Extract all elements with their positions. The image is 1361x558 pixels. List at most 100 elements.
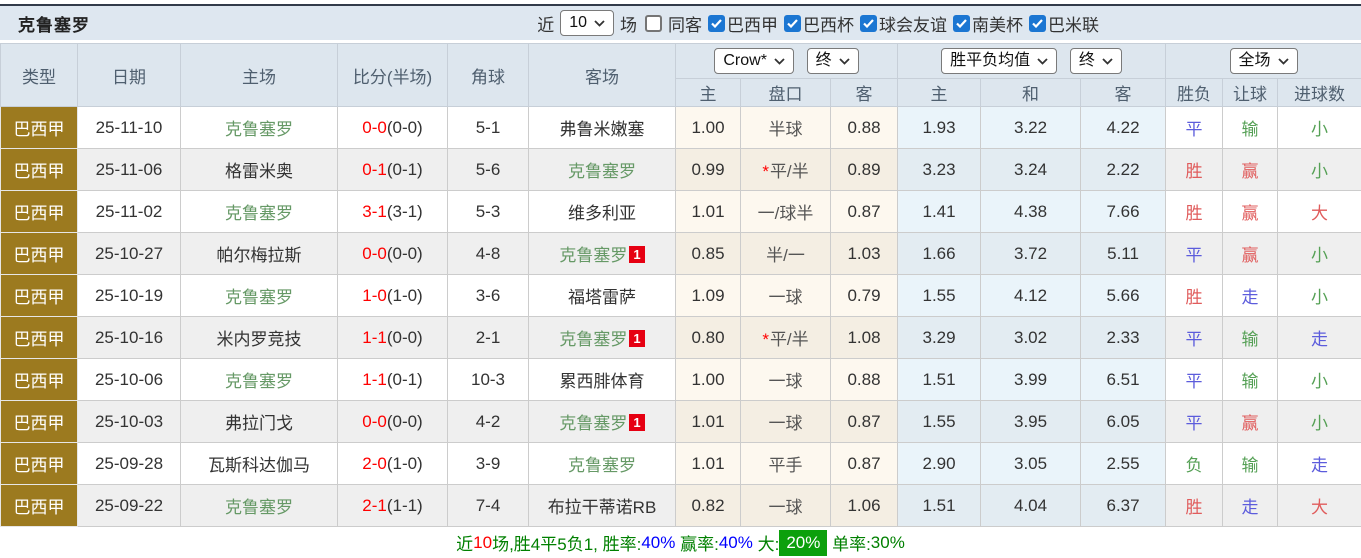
home-team-cell[interactable]: 克鲁塞罗 — [181, 359, 338, 401]
subheader-crow-away: 客 — [831, 79, 898, 107]
away-team-cell[interactable]: 克鲁塞罗1 — [529, 401, 676, 443]
away-team-name[interactable]: 布拉干蒂诺RB — [548, 498, 657, 517]
home-team-cell[interactable]: 格雷米奥 — [181, 149, 338, 191]
mean-time-select[interactable]: 终 — [1070, 48, 1122, 74]
near-count-select[interactable]: 10 — [560, 10, 614, 36]
col-header-home: 主场 — [181, 44, 338, 107]
near-count-value: 10 — [569, 13, 587, 33]
handicap-result-cell: 赢 — [1223, 191, 1278, 233]
away-team-name[interactable]: 克鲁塞罗 — [559, 246, 627, 265]
check-icon — [1032, 19, 1043, 28]
away-team-cell[interactable]: 克鲁塞罗 — [529, 443, 676, 485]
handicap-result-cell: 赢 — [1223, 233, 1278, 275]
score-cell: 0-0(0-0) — [338, 233, 448, 275]
home-team-name[interactable]: 克鲁塞罗 — [225, 120, 293, 139]
home-team-cell[interactable]: 克鲁塞罗 — [181, 485, 338, 527]
away-team-cell[interactable]: 克鲁塞罗1 — [529, 317, 676, 359]
match-row: 巴西甲 25-10-19 克鲁塞罗 1-0(1-0) 3-6 福塔雷萨 1.09… — [1, 275, 1361, 317]
goals-result-cell: 大 — [1278, 191, 1361, 233]
scope-select[interactable]: 全场 — [1230, 48, 1298, 74]
corners-cell: 5-3 — [448, 191, 529, 233]
away-team-cell[interactable]: 维多利亚 — [529, 191, 676, 233]
away-team-name[interactable]: 克鲁塞罗 — [559, 414, 627, 433]
handicap-result-cell: 走 — [1223, 485, 1278, 527]
mean-home-odds-cell: 1.51 — [898, 485, 981, 527]
home-team-name[interactable]: 克鲁塞罗 — [225, 498, 293, 517]
home-team-cell[interactable]: 弗拉门戈 — [181, 401, 338, 443]
home-team-name[interactable]: 克鲁塞罗 — [225, 288, 293, 307]
away-team-cell[interactable]: 克鲁塞罗 — [529, 149, 676, 191]
home-team-name[interactable]: 克鲁塞罗 — [225, 204, 293, 223]
home-team-name[interactable]: 米内罗竞技 — [217, 330, 302, 349]
match-stats-page: 克鲁塞罗 近 10 场 同客 巴西甲巴西杯球会友谊南美杯巴米联 类型 日期 主场 — [0, 0, 1361, 558]
halftime-score: (0-1) — [387, 160, 423, 179]
competition-checkbox[interactable] — [708, 15, 725, 32]
away-team-cell[interactable]: 累西腓体育 — [529, 359, 676, 401]
crow-away-odds-cell: 1.03 — [831, 233, 898, 275]
home-team-cell[interactable]: 瓦斯科达伽马 — [181, 443, 338, 485]
crow-away-odds-cell: 0.88 — [831, 359, 898, 401]
home-team-name[interactable]: 瓦斯科达伽马 — [208, 456, 310, 475]
away-team-name[interactable]: 克鲁塞罗 — [568, 162, 636, 181]
summary-segment: 大: — [753, 530, 779, 555]
home-team-name[interactable]: 格雷米奥 — [225, 162, 293, 181]
handicap-cell: 一球 — [741, 401, 831, 443]
competition-checkbox[interactable] — [1029, 15, 1046, 32]
mean-draw-odds-cell: 3.22 — [981, 107, 1081, 149]
away-team-name[interactable]: 累西腓体育 — [560, 372, 645, 391]
fulltime-score: 1-1 — [362, 370, 387, 389]
home-team-cell[interactable]: 克鲁塞罗 — [181, 191, 338, 233]
halftime-score: (0-0) — [387, 118, 423, 137]
home-team-name[interactable]: 克鲁塞罗 — [225, 372, 293, 391]
chevron-down-icon — [839, 58, 850, 65]
away-team-cell[interactable]: 布拉干蒂诺RB — [529, 485, 676, 527]
crow-home-odds-cell: 1.09 — [676, 275, 741, 317]
home-team-cell[interactable]: 帕尔梅拉斯 — [181, 233, 338, 275]
competition-label: 球会友谊 — [879, 11, 947, 36]
crow-away-odds-cell: 0.87 — [831, 191, 898, 233]
home-team-name[interactable]: 帕尔梅拉斯 — [217, 246, 302, 265]
date-cell: 25-11-06 — [78, 149, 181, 191]
match-row: 巴西甲 25-10-06 克鲁塞罗 1-1(0-1) 10-3 累西腓体育 1.… — [1, 359, 1361, 401]
halftime-score: (1-0) — [387, 286, 423, 305]
home-team-cell[interactable]: 克鲁塞罗 — [181, 107, 338, 149]
competition-checkbox[interactable] — [953, 15, 970, 32]
away-team-name[interactable]: 克鲁塞罗 — [559, 330, 627, 349]
away-team-name[interactable]: 克鲁塞罗 — [568, 456, 636, 475]
fulltime-score: 1-1 — [362, 328, 387, 347]
mean-away-odds-cell: 6.37 — [1081, 485, 1166, 527]
match-row: 巴西甲 25-10-27 帕尔梅拉斯 0-0(0-0) 4-8 克鲁塞罗1 0.… — [1, 233, 1361, 275]
mean-away-odds-cell: 2.55 — [1081, 443, 1166, 485]
away-team-cell[interactable]: 克鲁塞罗1 — [529, 233, 676, 275]
competition-checkbox[interactable] — [784, 15, 801, 32]
away-team-name[interactable]: 弗鲁米嫩塞 — [560, 120, 645, 139]
same-opponent-checkbox[interactable] — [645, 15, 662, 32]
chevron-down-icon — [1278, 58, 1289, 65]
mean-odds-group-header: 胜平负均值 终 — [898, 44, 1166, 79]
home-team-name[interactable]: 弗拉门戈 — [225, 414, 293, 433]
check-icon — [956, 19, 967, 28]
subheader-mean-home: 主 — [898, 79, 981, 107]
goals-result-cell: 走 — [1278, 443, 1361, 485]
handicap-cell: 一球 — [741, 359, 831, 401]
mean-away-odds-cell: 6.05 — [1081, 401, 1166, 443]
competition-checkbox[interactable] — [860, 15, 877, 32]
odds-time-select[interactable]: 终 — [807, 48, 859, 74]
home-team-cell[interactable]: 米内罗竞技 — [181, 317, 338, 359]
date-cell: 25-09-28 — [78, 443, 181, 485]
score-cell: 0-0(0-0) — [338, 107, 448, 149]
mean-odds-select[interactable]: 胜平负均值 — [941, 48, 1057, 74]
league-cell: 巴西甲 — [1, 191, 78, 233]
odds-provider-select[interactable]: Crow* — [714, 48, 794, 74]
date-cell: 25-10-06 — [78, 359, 181, 401]
halftime-score: (3-1) — [387, 202, 423, 221]
away-team-cell[interactable]: 福塔雷萨 — [529, 275, 676, 317]
halftime-score: (0-0) — [387, 412, 423, 431]
away-team-name[interactable]: 福塔雷萨 — [568, 288, 636, 307]
away-team-cell[interactable]: 弗鲁米嫩塞 — [529, 107, 676, 149]
score-cell: 2-1(1-1) — [338, 485, 448, 527]
goals-result-cell: 小 — [1278, 233, 1361, 275]
home-team-cell[interactable]: 克鲁塞罗 — [181, 275, 338, 317]
away-team-name[interactable]: 维多利亚 — [568, 204, 636, 223]
competition-label: 巴西杯 — [803, 11, 854, 36]
